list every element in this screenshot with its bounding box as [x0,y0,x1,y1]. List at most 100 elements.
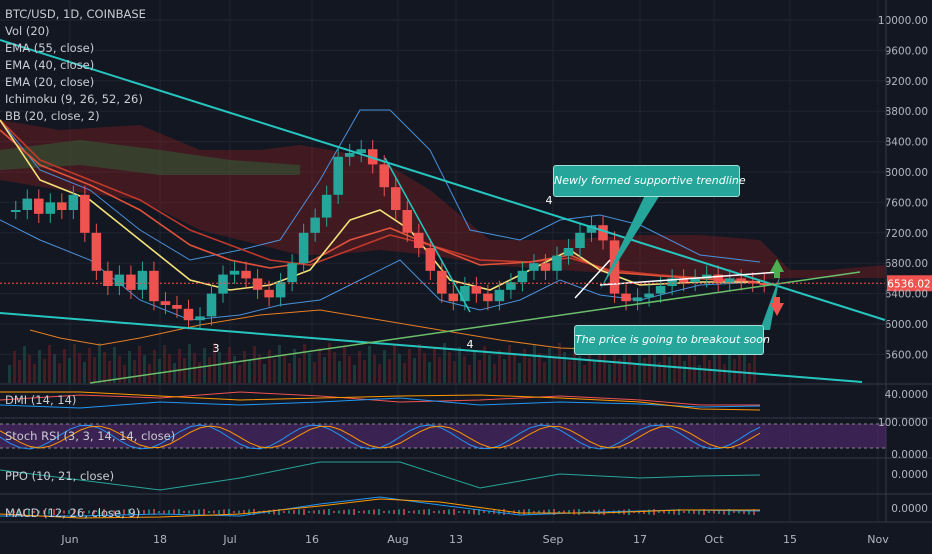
volume-bar [208,357,211,383]
x-tick-label: Nov [867,533,889,546]
y-tick-label: 10000.00 [878,15,928,27]
volume-bar [538,353,541,383]
candle [195,316,205,321]
volume-bar [668,357,671,383]
candle [264,289,274,298]
dmi-label[interactable]: DMI (14, 14) [5,393,76,407]
indicator-ema40[interactable]: EMA (40, close) [5,57,146,74]
macd-histogram-bar [373,509,375,515]
volume-bar [363,360,366,383]
macd-histogram-bar [438,510,440,514]
y-tick-label: 6800.00 [885,258,928,270]
volume-bar [18,360,21,383]
volume-bar [473,351,476,383]
volume-bar [583,365,586,383]
indicator-vol[interactable]: Vol (20) [5,23,146,40]
macd-histogram-bar [338,510,340,514]
volume-bar [43,359,46,383]
volume-bar [603,355,606,383]
volume-bar [283,354,286,383]
up-arrow-stem [774,272,780,278]
macd-histogram-bar [403,509,405,515]
volume-bar [263,364,266,383]
volume-bar [723,364,726,383]
indicator-ichimoku[interactable]: Ichimoku (9, 26, 52, 26) [5,91,146,108]
macd-histogram-bar [308,511,310,513]
candle [563,248,574,256]
macd-histogram-bar [733,511,735,513]
volume-bar [313,362,316,383]
macd-histogram-bar [233,511,235,513]
candle [391,187,401,210]
candle [229,270,240,275]
volume-bar [23,346,26,383]
volume-bar [268,350,271,383]
wave-label: 3 [213,342,220,355]
volume-bar [368,346,371,383]
x-tick-label: 15 [783,533,797,546]
volume-bar [233,356,236,383]
candle [517,270,528,283]
volume-bar [418,344,421,383]
candle [114,274,125,286]
macd-histogram-bar [143,510,145,514]
macd-histogram-bar [158,511,160,513]
macd-histogram-bar [313,510,315,514]
macd-histogram-bar [573,509,575,515]
volume-bar [133,360,136,383]
volume-bar [478,360,481,383]
ppo-tick-label: 0.0000 [891,469,928,481]
indicator-bb[interactable]: BB (20, close, 2) [5,108,146,125]
candle [310,217,320,233]
candle [68,194,79,210]
macd-histogram-bar [358,511,360,513]
macd-histogram-bar [648,509,650,515]
macd-histogram-bar [168,510,170,514]
volume-bar [343,347,346,383]
candle [22,198,33,210]
macd-histogram-bar [188,510,190,514]
candle [483,293,493,302]
breakout-callout: The price is going to breakout soon [574,325,770,355]
stoch-label[interactable]: Stoch RSI (3, 3, 14, 14, close) [5,429,175,443]
volume-bar [508,345,511,383]
macd-tick-label: 0.0000 [891,503,928,515]
volume-bar [318,348,321,383]
macd-histogram-bar [528,509,530,515]
macd-histogram-bar [318,510,320,514]
volume-bar [513,354,516,383]
macd-histogram-bar [388,510,390,514]
candle [80,194,90,233]
volume-bar [188,344,191,383]
candle [45,202,56,214]
candle [218,274,228,294]
indicator-ema55[interactable]: EMA (55, close) [5,40,146,57]
macd-label[interactable]: MACD (12, 26, close, 9) [5,506,140,520]
volume-bar [103,352,106,383]
candle [460,286,470,302]
macd-histogram-bar [198,509,200,515]
indicator-ema20[interactable]: EMA (20, close) [5,74,146,91]
ppo-label[interactable]: PPO (10, 21, close) [5,469,114,483]
macd-histogram-bar [393,510,395,514]
macd-histogram-bar [463,510,465,514]
macd-histogram-bar [473,509,475,515]
volume-bar [148,364,151,383]
x-tick-label: Jun [60,533,78,546]
macd-histogram-bar [363,510,365,514]
y-tick-label: 9600.00 [885,45,928,57]
macd-histogram-bar [333,511,335,513]
macd-histogram-bar [453,509,455,515]
candle [321,194,332,218]
candle [448,293,459,302]
ppo-pane: 0.0000 [891,469,928,481]
volume-bar [653,353,656,383]
volume-bar [158,359,161,383]
macd-histogram-bar [298,509,300,515]
volume-bar [428,362,431,383]
volume-bar [698,365,701,383]
candle [552,255,562,271]
candle [241,270,251,279]
macd-histogram-bar [503,509,505,515]
macd-histogram-bar [293,510,295,514]
